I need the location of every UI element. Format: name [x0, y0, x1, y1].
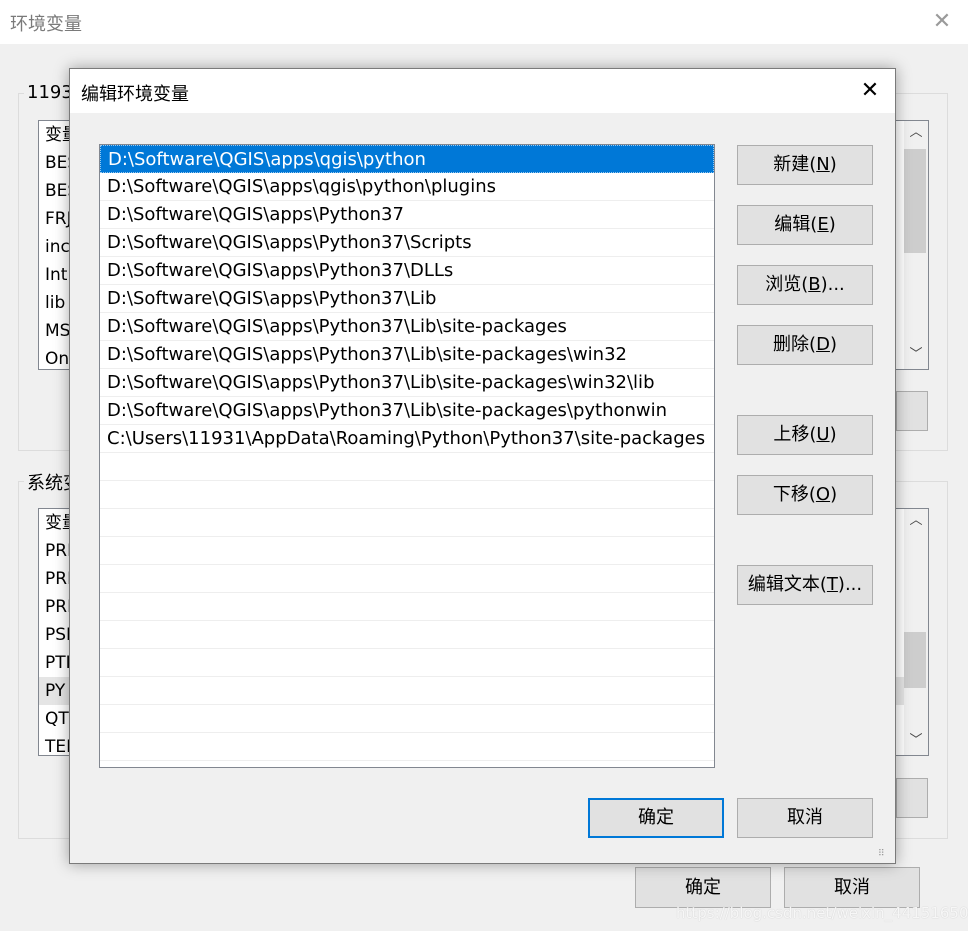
- accelerator-key: U: [816, 424, 830, 445]
- path-list-empty-row[interactable]: [100, 705, 714, 733]
- browse-button[interactable]: 浏览(B)...: [737, 265, 873, 305]
- scroll-thumb[interactable]: [904, 632, 926, 688]
- button-label: 浏览(: [765, 274, 809, 295]
- button-label-tail: ): [829, 424, 837, 445]
- path-list-empty-row[interactable]: [100, 537, 714, 565]
- path-list-item[interactable]: D:\Software\QGIS\apps\Python37\Lib\site-…: [100, 313, 714, 341]
- accelerator-key: D: [816, 334, 830, 355]
- button-label: 编辑文本(: [747, 574, 827, 595]
- button-label: 编辑(: [774, 214, 818, 235]
- dialog-titlebar: 编辑环境变量 ✕: [70, 69, 895, 113]
- path-list-empty-row[interactable]: [100, 509, 714, 537]
- button-label-tail: )...: [820, 274, 845, 295]
- path-list-item[interactable]: D:\Software\QGIS\apps\Python37\Scripts: [100, 229, 714, 257]
- button-label-tail: )...: [837, 574, 863, 595]
- path-list-empty-row[interactable]: [100, 733, 714, 761]
- path-list-empty-row[interactable]: [100, 453, 714, 481]
- button-label: 删除(: [773, 334, 817, 355]
- delete-button[interactable]: 删除(D): [737, 325, 873, 365]
- dialog-title: 编辑环境变量: [81, 84, 189, 105]
- cancel-button[interactable]: 取消: [737, 798, 873, 838]
- close-icon[interactable]: ✕: [922, 4, 962, 40]
- ok-button[interactable]: 确定: [588, 798, 724, 838]
- resize-grip-icon[interactable]: ⠿: [878, 847, 892, 861]
- move-up-button[interactable]: 上移(U): [737, 415, 873, 455]
- button-label-tail: ): [830, 484, 838, 505]
- button-label-tail: ): [828, 214, 836, 235]
- close-icon[interactable]: ✕: [850, 74, 890, 108]
- path-list-item[interactable]: D:\Software\QGIS\apps\qgis\python: [100, 145, 714, 173]
- accelerator-key: O: [815, 484, 831, 505]
- path-list-item[interactable]: D:\Software\QGIS\apps\qgis\python\plugin…: [100, 173, 714, 201]
- path-list-item[interactable]: D:\Software\QGIS\apps\Python37\Lib\site-…: [100, 397, 714, 425]
- chevron-down-icon[interactable]: ﹀: [904, 729, 928, 753]
- system-variables-delete-button[interactable]: [896, 778, 928, 818]
- button-label-tail: ): [829, 154, 837, 175]
- button-label-tail: ): [829, 334, 837, 355]
- accelerator-key: E: [817, 214, 829, 235]
- chevron-down-icon[interactable]: ﹀: [904, 343, 928, 367]
- background-ok-button[interactable]: 确定: [635, 867, 771, 908]
- chevron-up-icon[interactable]: ︿: [904, 121, 928, 145]
- edit-button[interactable]: 编辑(E): [737, 205, 873, 245]
- button-label: 新建(: [773, 154, 817, 175]
- move-down-button[interactable]: 下移(O): [737, 475, 873, 515]
- background-titlebar: 环境变量 ✕: [0, 0, 968, 44]
- path-list-item[interactable]: D:\Software\QGIS\apps\Python37: [100, 201, 714, 229]
- path-list-empty-row[interactable]: [100, 593, 714, 621]
- user-variables-delete-button[interactable]: [896, 391, 928, 431]
- accelerator-key: B: [808, 274, 821, 295]
- path-list-empty-row[interactable]: [100, 621, 714, 649]
- accelerator-key: T: [826, 574, 838, 595]
- path-list-item[interactable]: D:\Software\QGIS\apps\Python37\Lib\site-…: [100, 341, 714, 369]
- new-button[interactable]: 新建(N): [737, 145, 873, 185]
- path-list-empty-row[interactable]: [100, 677, 714, 705]
- background-cancel-button[interactable]: 取消: [784, 867, 920, 908]
- edit-text-button[interactable]: 编辑文本(T)...: [737, 565, 873, 605]
- user-variables-scrollbar[interactable]: ︿ ﹀: [904, 121, 928, 369]
- chevron-up-icon[interactable]: ︿: [904, 509, 928, 533]
- path-list-item[interactable]: D:\Software\QGIS\apps\Python37\Lib\site-…: [100, 369, 714, 397]
- path-list[interactable]: D:\Software\QGIS\apps\qgis\python D:\Soft…: [99, 144, 715, 768]
- system-variables-scrollbar[interactable]: ︿ ﹀: [904, 509, 928, 755]
- background-window-title: 环境变量: [10, 14, 82, 35]
- button-label: 上移(: [773, 424, 817, 445]
- path-list-empty-row[interactable]: [100, 565, 714, 593]
- path-list-empty-row[interactable]: [100, 649, 714, 677]
- path-list-item[interactable]: C:\Users\11931\AppData\Roaming\Python\Py…: [100, 425, 714, 453]
- button-label: 下移(: [772, 484, 816, 505]
- accelerator-key: N: [816, 154, 830, 175]
- path-list-empty-row[interactable]: [100, 481, 714, 509]
- scroll-thumb[interactable]: [904, 149, 926, 253]
- watermark: https://blog.csdn.net/weixin_44151650: [676, 904, 968, 922]
- path-list-item[interactable]: D:\Software\QGIS\apps\Python37\Lib: [100, 285, 714, 313]
- edit-env-var-dialog: 编辑环境变量 ✕ D:\Software\QGIS\apps\qgis\pyth…: [69, 68, 896, 864]
- path-list-item[interactable]: D:\Software\QGIS\apps\Python37\DLLs: [100, 257, 714, 285]
